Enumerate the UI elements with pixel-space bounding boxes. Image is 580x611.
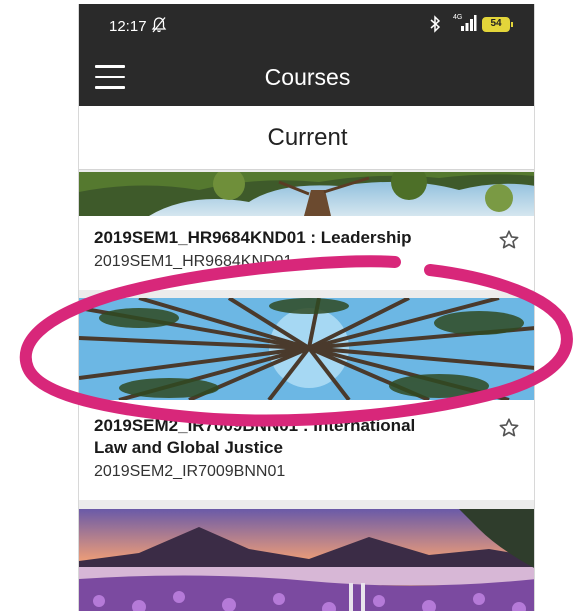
star-outline-icon[interactable] (498, 417, 520, 439)
course-card[interactable]: 2019SEM1_HR9684KND01 : Leadership 2019SE… (79, 172, 534, 290)
app-bar: Courses (79, 50, 534, 106)
course-image-trees (79, 172, 534, 216)
course-title: 2019SEM2_IR7009BNN01 : International Law… (94, 416, 416, 457)
status-time: 12:17 (109, 18, 147, 35)
signal-icon (453, 13, 477, 38)
phone-screen: 12:17 4G 54 Courses Current 2019SEM1_HR9… (78, 4, 535, 611)
course-code: 2019SEM2_IR7009BNN01 (94, 463, 286, 480)
bluetooth-icon (429, 15, 441, 38)
status-bar: 12:17 4G 54 (79, 4, 534, 50)
notifications-off-icon (151, 16, 167, 39)
course-card[interactable]: 2019SEM2_IR7009BNN01 : International Law… (79, 298, 534, 500)
course-card[interactable] (79, 509, 534, 611)
star-outline-icon[interactable] (498, 229, 520, 251)
course-image-lavender-lake (79, 509, 534, 611)
course-title: 2019SEM1_HR9684KND01 : Leadership (94, 228, 412, 247)
page-title: Courses (264, 64, 351, 90)
course-image-forest (79, 298, 534, 400)
section-header-current: Current (79, 106, 534, 170)
course-code: 2019SEM1_HR9684KND01 (94, 253, 293, 270)
battery-icon: 54 (482, 17, 513, 32)
